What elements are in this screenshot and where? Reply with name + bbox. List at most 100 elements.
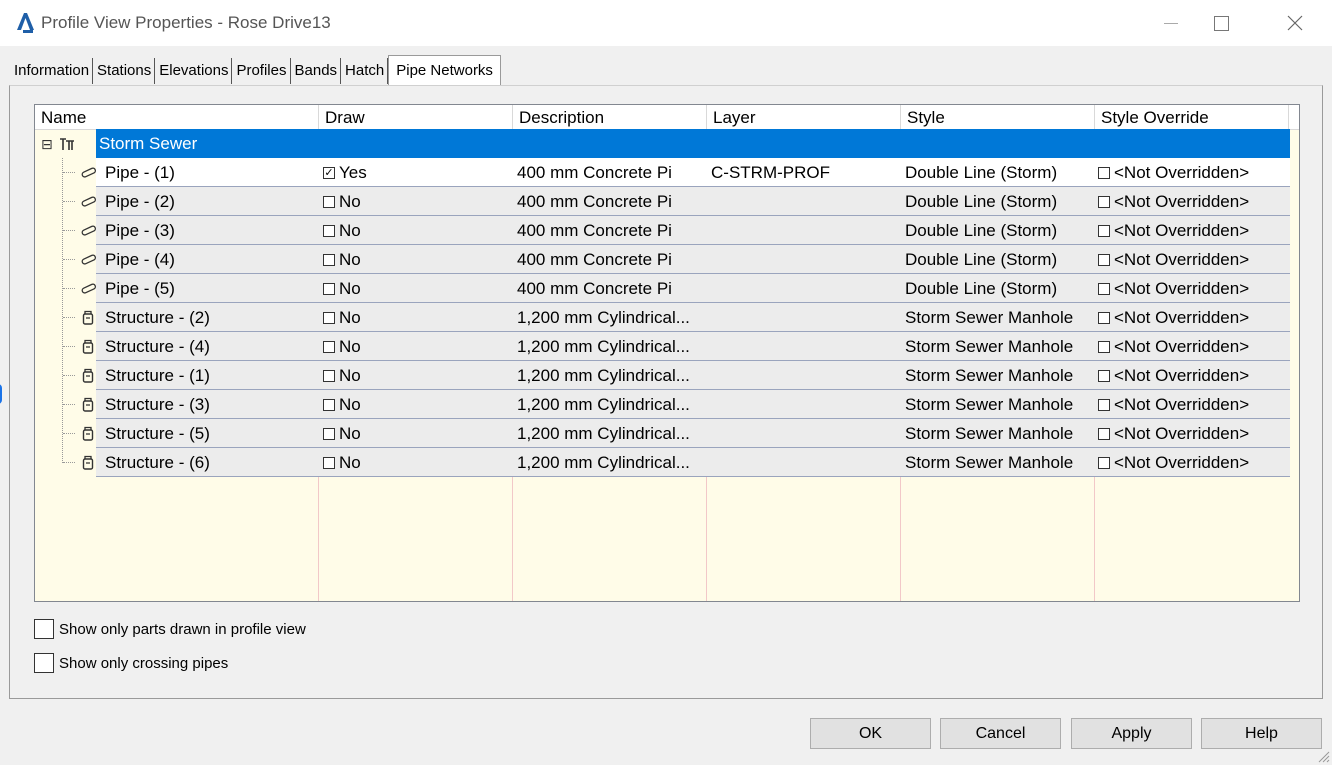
column-header-style[interactable]: Style: [901, 105, 1095, 129]
draw-cell[interactable]: No: [323, 419, 361, 448]
show-only-drawn-option[interactable]: Show only parts drawn in profile view: [34, 619, 306, 639]
style-override-cell[interactable]: <Not Overridden>: [1098, 274, 1249, 303]
style-cell[interactable]: Double Line (Storm): [905, 187, 1057, 216]
tab-elevations[interactable]: Elevations: [155, 58, 233, 84]
minimize-button[interactable]: [1148, 0, 1194, 46]
description-cell[interactable]: 1,200 mm Cylindrical...: [517, 361, 690, 390]
draw-cell[interactable]: No: [323, 245, 361, 274]
tab-information[interactable]: Information: [10, 58, 94, 84]
tab-bands[interactable]: Bands: [291, 58, 342, 84]
column-header-description[interactable]: Description: [513, 105, 707, 129]
description-cell[interactable]: 400 mm Concrete Pi: [517, 216, 672, 245]
style-cell[interactable]: Double Line (Storm): [905, 274, 1057, 303]
resize-grip-icon[interactable]: [1314, 747, 1330, 763]
draw-checkbox[interactable]: [323, 282, 335, 295]
help-button[interactable]: Help: [1201, 718, 1322, 749]
override-checkbox[interactable]: [1098, 282, 1110, 295]
show-only-crossing-checkbox[interactable]: [34, 653, 54, 673]
style-override-cell[interactable]: <Not Overridden>: [1098, 303, 1249, 332]
draw-checkbox[interactable]: [323, 456, 335, 469]
table-row[interactable]: Pipe - (4) No 400 mm Concrete Pi Double Lin…: [35, 245, 1299, 274]
table-row[interactable]: Structure - (3) No 1,200 mm Cylindrical...…: [35, 390, 1299, 419]
override-checkbox[interactable]: [1098, 311, 1110, 324]
table-row[interactable]: Structure - (5) No 1,200 mm Cylindrical...…: [35, 419, 1299, 448]
column-header-name[interactable]: Name: [35, 105, 319, 129]
pipe-network-grid[interactable]: Name Draw Description Layer Style Style Overr…: [34, 104, 1300, 602]
style-cell[interactable]: Storm Sewer Manhole: [905, 332, 1073, 361]
tab-hatch[interactable]: Hatch: [341, 58, 389, 84]
override-checkbox[interactable]: [1098, 427, 1110, 440]
draw-cell[interactable]: No: [323, 361, 361, 390]
ok-button[interactable]: OK: [810, 718, 931, 749]
draw-cell[interactable]: ✓ Yes: [323, 158, 367, 187]
table-row[interactable]: Structure - (6) No 1,200 mm Cylindrical...…: [35, 448, 1299, 477]
description-cell[interactable]: 1,200 mm Cylindrical...: [517, 303, 690, 332]
layer-cell[interactable]: C-STRM-PROF: [711, 158, 830, 187]
description-cell[interactable]: 1,200 mm Cylindrical...: [517, 390, 690, 419]
style-cell[interactable]: Double Line (Storm): [905, 216, 1057, 245]
style-override-cell[interactable]: <Not Overridden>: [1098, 390, 1249, 419]
draw-checkbox[interactable]: [323, 224, 335, 237]
style-cell[interactable]: Storm Sewer Manhole: [905, 361, 1073, 390]
draw-checkbox[interactable]: [323, 398, 335, 411]
column-header-draw[interactable]: Draw: [319, 105, 513, 129]
style-override-cell[interactable]: <Not Overridden>: [1098, 187, 1249, 216]
apply-button[interactable]: Apply: [1071, 718, 1192, 749]
style-override-cell[interactable]: <Not Overridden>: [1098, 245, 1249, 274]
style-override-cell[interactable]: <Not Overridden>: [1098, 158, 1249, 187]
override-checkbox[interactable]: [1098, 340, 1110, 353]
draw-cell[interactable]: No: [323, 390, 361, 419]
description-cell[interactable]: 1,200 mm Cylindrical...: [517, 332, 690, 361]
close-button[interactable]: [1272, 0, 1318, 46]
style-override-cell[interactable]: <Not Overridden>: [1098, 448, 1249, 477]
override-checkbox[interactable]: [1098, 456, 1110, 469]
draw-checkbox[interactable]: [323, 427, 335, 440]
tab-pipe-networks[interactable]: Pipe Networks: [388, 55, 501, 89]
style-cell[interactable]: Storm Sewer Manhole: [905, 303, 1073, 332]
network-row[interactable]: ⊟ Storm Sewer: [35, 129, 1299, 158]
table-row[interactable]: Structure - (2) No 1,200 mm Cylindrical...…: [35, 303, 1299, 332]
draw-cell[interactable]: No: [323, 216, 361, 245]
table-row[interactable]: Pipe - (5) No 400 mm Concrete Pi Double Lin…: [35, 274, 1299, 303]
draw-cell[interactable]: No: [323, 274, 361, 303]
show-only-crossing-option[interactable]: Show only crossing pipes: [34, 653, 228, 673]
tab-stations[interactable]: Stations: [93, 58, 156, 84]
style-cell[interactable]: Storm Sewer Manhole: [905, 390, 1073, 419]
override-checkbox[interactable]: [1098, 224, 1110, 237]
column-header-style-override[interactable]: Style Override: [1095, 105, 1289, 129]
show-only-drawn-checkbox[interactable]: [34, 619, 54, 639]
draw-checkbox[interactable]: [323, 369, 335, 382]
description-cell[interactable]: 400 mm Concrete Pi: [517, 245, 672, 274]
override-checkbox[interactable]: [1098, 166, 1110, 179]
style-cell[interactable]: Double Line (Storm): [905, 245, 1057, 274]
description-cell[interactable]: 400 mm Concrete Pi: [517, 187, 672, 216]
override-checkbox[interactable]: [1098, 398, 1110, 411]
table-row[interactable]: Structure - (1) No 1,200 mm Cylindrical...…: [35, 361, 1299, 390]
draw-cell[interactable]: No: [323, 448, 361, 477]
table-row[interactable]: Structure - (4) No 1,200 mm Cylindrical...…: [35, 332, 1299, 361]
column-header-layer[interactable]: Layer: [707, 105, 901, 129]
maximize-button[interactable]: [1198, 0, 1244, 46]
draw-cell[interactable]: No: [323, 303, 361, 332]
override-checkbox[interactable]: [1098, 253, 1110, 266]
style-override-cell[interactable]: <Not Overridden>: [1098, 216, 1249, 245]
description-cell[interactable]: 1,200 mm Cylindrical...: [517, 448, 690, 477]
draw-checkbox[interactable]: [323, 340, 335, 353]
draw-cell[interactable]: No: [323, 332, 361, 361]
style-cell[interactable]: Storm Sewer Manhole: [905, 448, 1073, 477]
style-override-cell[interactable]: <Not Overridden>: [1098, 419, 1249, 448]
draw-cell[interactable]: No: [323, 187, 361, 216]
style-cell[interactable]: Storm Sewer Manhole: [905, 419, 1073, 448]
override-checkbox[interactable]: [1098, 369, 1110, 382]
style-override-cell[interactable]: <Not Overridden>: [1098, 361, 1249, 390]
draw-checkbox[interactable]: ✓: [323, 166, 335, 179]
override-checkbox[interactable]: [1098, 195, 1110, 208]
table-row[interactable]: Pipe - (3) No 400 mm Concrete Pi Double Lin…: [35, 216, 1299, 245]
description-cell[interactable]: 400 mm Concrete Pi: [517, 158, 672, 187]
table-row[interactable]: Pipe - (2) No 400 mm Concrete Pi Double Lin…: [35, 187, 1299, 216]
draw-checkbox[interactable]: [323, 311, 335, 324]
tab-profiles[interactable]: Profiles: [232, 58, 291, 84]
style-override-cell[interactable]: <Not Overridden>: [1098, 332, 1249, 361]
description-cell[interactable]: 400 mm Concrete Pi: [517, 274, 672, 303]
draw-checkbox[interactable]: [323, 195, 335, 208]
